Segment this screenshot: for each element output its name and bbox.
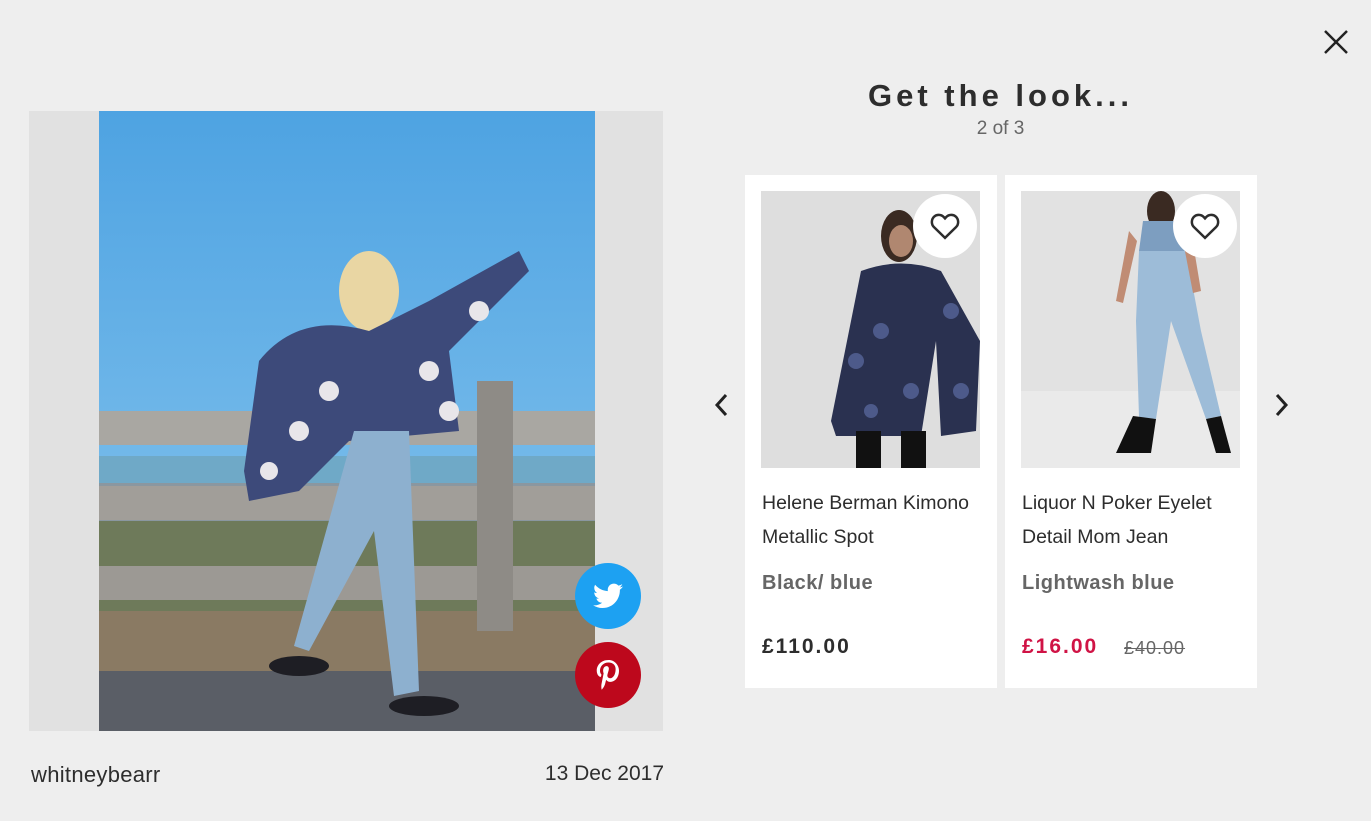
save-for-later-button[interactable] (913, 194, 977, 258)
product-colour: Black/ blue (762, 572, 874, 594)
heart-icon (1190, 213, 1220, 240)
product-card[interactable]: Helene Berman Kimono Metallic Spot Black… (745, 175, 997, 688)
product-name[interactable]: Liquor N Poker Eyelet Detail Mom Jean (1022, 486, 1247, 554)
carousel-next-button[interactable] (1270, 390, 1294, 420)
product-card[interactable]: Liquor N Poker Eyelet Detail Mom Jean Li… (1005, 175, 1257, 688)
twitter-icon (593, 583, 623, 608)
chevron-right-icon (1275, 393, 1289, 417)
product-colour: Lightwash blue (1022, 572, 1175, 594)
heart-icon (930, 213, 960, 240)
product-name[interactable]: Helene Berman Kimono Metallic Spot (762, 486, 987, 554)
product-was-price: £40.00 (1124, 638, 1186, 658)
save-for-later-button[interactable] (1173, 194, 1237, 258)
post-photo-frame (29, 111, 663, 731)
product-price: £110.00 (762, 635, 851, 658)
post-date: 13 Dec 2017 (544, 762, 664, 785)
product-sale-price: £16.00 (1022, 635, 1099, 658)
product-image[interactable] (761, 191, 980, 468)
look-heading: Get the look... (868, 78, 1133, 113)
carousel-prev-button[interactable] (709, 390, 733, 420)
pinterest-share-button[interactable] (575, 642, 641, 708)
close-button[interactable] (1320, 26, 1352, 58)
product-image[interactable] (1021, 191, 1240, 468)
twitter-share-button[interactable] (575, 563, 641, 629)
look-pager: 2 of 3 (976, 118, 1025, 139)
chevron-left-icon (714, 393, 728, 417)
close-icon (1324, 30, 1348, 54)
post-photo (99, 111, 595, 731)
pinterest-icon (596, 660, 619, 690)
post-username[interactable]: whitneybearr (31, 762, 161, 788)
